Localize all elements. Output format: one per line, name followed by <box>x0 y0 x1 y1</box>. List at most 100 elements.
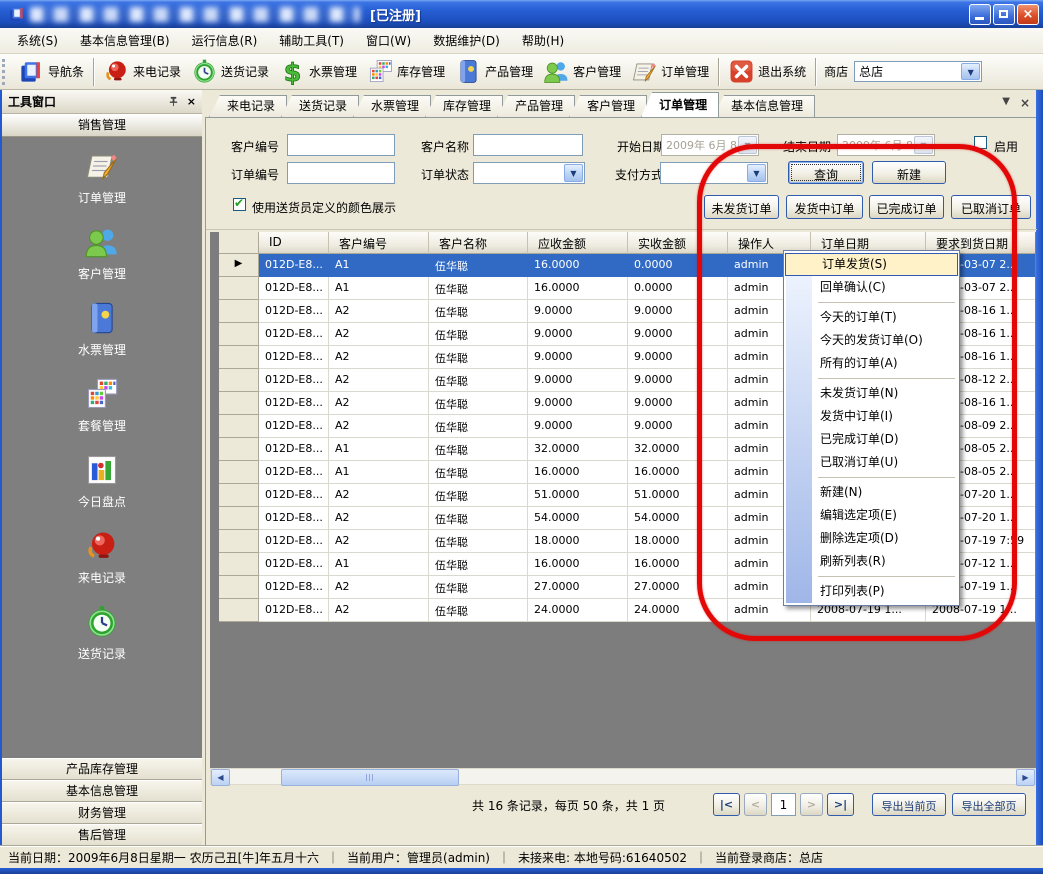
menubar-item-1[interactable]: 系统(S) <box>6 28 69 53</box>
column-header-客户名称[interactable]: 客户名称 <box>429 232 528 254</box>
chevron-down-icon[interactable]: ▼ <box>1002 96 1010 110</box>
prev-page-button[interactable]: < <box>744 793 767 816</box>
end-date-picker[interactable]: 2009年 6月 8日 ▼ <box>837 134 935 156</box>
tab-客户管理[interactable]: 客户管理 <box>569 95 647 117</box>
context-menu-item-今天的订单(T)[interactable]: 今天的订单(T) <box>784 306 959 329</box>
sidebar-group-产品库存管理[interactable]: 产品库存管理 <box>2 758 202 780</box>
toolbar-button-customers[interactable]: 客户管理 <box>538 57 626 87</box>
context-menu-item-发货中订单(I)[interactable]: 发货中订单(I) <box>784 405 959 428</box>
sidebar-item-客户管理[interactable]: 客户管理 <box>2 224 202 286</box>
toolbar-button-order-scroll[interactable]: 订单管理 <box>626 57 714 87</box>
context-menu-item-打印列表(P)[interactable]: 打印列表(P) <box>784 580 959 603</box>
page-number-input[interactable]: 1 <box>771 793 796 816</box>
column-header-实收金额[interactable]: 实收金额 <box>628 232 728 254</box>
new-button[interactable]: 新建 <box>872 161 946 184</box>
order-no-input[interactable] <box>287 162 395 184</box>
sidebar-section-sales[interactable]: 销售管理 <box>2 114 202 137</box>
column-header-客户编号[interactable]: 客户编号 <box>329 232 429 254</box>
status-filter-button-已完成订单[interactable]: 已完成订单 <box>869 195 944 219</box>
toolbar-button-inventory-grid[interactable]: 库存管理 <box>362 57 450 87</box>
context-menu-item-今天的发货订单(O)[interactable]: 今天的发货订单(O) <box>784 329 959 352</box>
combo-arrow-icon[interactable]: ▼ <box>914 136 933 154</box>
sidebar-group-财务管理[interactable]: 财务管理 <box>2 802 202 824</box>
cell-customer_no: A2 <box>329 530 429 553</box>
menubar-item-3[interactable]: 运行信息(R) <box>181 28 269 53</box>
tab-基本信息管理[interactable]: 基本信息管理 <box>713 95 815 117</box>
menubar-item-5[interactable]: 窗口(W) <box>355 28 422 53</box>
maximize-button[interactable] <box>993 4 1015 25</box>
sidebar-group-基本信息管理[interactable]: 基本信息管理 <box>2 780 202 802</box>
query-button[interactable]: 查询 <box>788 161 864 184</box>
menubar-item-4[interactable]: 辅助工具(T) <box>268 28 355 53</box>
tab-送货记录[interactable]: 送货记录 <box>281 95 359 117</box>
tab-close-icon[interactable]: × <box>1020 96 1030 110</box>
context-menu-item-订单发货(S)[interactable]: 订单发货(S) <box>785 253 958 276</box>
tab-订单管理[interactable]: 订单管理 <box>641 92 719 117</box>
tab-水票管理[interactable]: 水票管理 <box>353 95 431 117</box>
toolbar-button-bell[interactable]: 来电记录 <box>98 57 186 87</box>
shop-combo[interactable]: 总店▼ <box>854 61 982 82</box>
toolbar-button-product-book[interactable]: 产品管理 <box>450 57 538 87</box>
status-segment-1: 当前日期：2009年6月8日星期一 农历己丑[牛]年五月十六 <box>8 849 319 866</box>
cell-id: 012D-E8... <box>259 507 329 530</box>
context-menu-item-编辑选定项(E)[interactable]: 编辑选定项(E) <box>784 504 959 527</box>
start-date-picker[interactable]: 2009年 6月 8日 ▼ <box>661 134 759 156</box>
pay-method-combo[interactable]: ▼ <box>660 162 768 184</box>
column-header-应收金额[interactable]: 应收金额 <box>528 232 628 254</box>
context-menu-item-新建(N)[interactable]: 新建(N) <box>784 481 959 504</box>
sidebar-item-送货记录[interactable]: 送货记录 <box>2 604 202 666</box>
context-menu-item-已完成订单(D)[interactable]: 已完成订单(D) <box>784 428 959 451</box>
sidebar-item-今日盘点[interactable]: 今日盘点 <box>2 452 202 514</box>
toolbar-button-nav-book[interactable]: 导航条 <box>13 57 89 87</box>
combo-arrow-icon[interactable]: ▼ <box>961 63 980 80</box>
scrollbar-thumb[interactable] <box>281 769 459 786</box>
customer-name-input[interactable] <box>473 134 583 156</box>
tab-来电记录[interactable]: 来电记录 <box>209 95 287 117</box>
combo-arrow-icon[interactable]: ▼ <box>747 164 766 182</box>
minimize-button[interactable] <box>969 4 991 25</box>
menubar-item-7[interactable]: 帮助(H) <box>511 28 575 53</box>
sidebar-item-套餐管理[interactable]: 套餐管理 <box>2 376 202 438</box>
context-menu-item-所有的订单(A)[interactable]: 所有的订单(A) <box>784 352 959 375</box>
last-page-button[interactable]: >| <box>827 793 854 816</box>
close-icon[interactable]: × <box>187 95 196 108</box>
pin-icon[interactable] <box>168 96 179 107</box>
enable-checkbox[interactable] <box>974 136 987 149</box>
status-filter-button-未发货订单[interactable]: 未发货订单 <box>704 195 779 219</box>
combo-arrow-icon[interactable]: ▼ <box>738 136 757 154</box>
tab-产品管理[interactable]: 产品管理 <box>497 95 575 117</box>
export-current-page-button[interactable]: 导出当前页 <box>872 793 946 816</box>
status-filter-button-已取消订单[interactable]: 已取消订单 <box>951 195 1031 219</box>
sidebar-item-水票管理[interactable]: 水票管理 <box>2 300 202 362</box>
delivery-color-checkbox[interactable] <box>233 198 246 211</box>
scroll-right-icon[interactable]: ▶ <box>1016 769 1035 786</box>
next-page-button[interactable]: > <box>800 793 823 816</box>
export-all-pages-button[interactable]: 导出全部页 <box>952 793 1026 816</box>
menubar-item-2[interactable]: 基本信息管理(B) <box>69 28 181 53</box>
toolbar-grip[interactable] <box>2 59 11 85</box>
context-menu-item-未发货订单(N)[interactable]: 未发货订单(N) <box>784 382 959 405</box>
column-header-ID[interactable]: ID <box>259 232 329 254</box>
tab-库存管理[interactable]: 库存管理 <box>425 95 503 117</box>
scroll-left-icon[interactable]: ◀ <box>211 769 230 786</box>
context-menu-item-已取消订单(U)[interactable]: 已取消订单(U) <box>784 451 959 474</box>
context-menu-item-刷新列表(R)[interactable]: 刷新列表(R) <box>784 550 959 573</box>
sidebar-group-售后管理[interactable]: 售后管理 <box>2 824 202 846</box>
first-page-button[interactable]: |< <box>713 793 740 816</box>
combo-arrow-icon[interactable]: ▼ <box>564 164 583 182</box>
customer-no-input[interactable] <box>287 134 395 156</box>
context-menu-item-回单确认(C)[interactable]: 回单确认(C) <box>784 276 959 299</box>
toolbar-button-dollar[interactable]: $水票管理 <box>274 57 362 87</box>
toolbar-button-clock[interactable]: 送货记录 <box>186 57 274 87</box>
status-filter-button-发货中订单[interactable]: 发货中订单 <box>786 195 863 219</box>
sidebar-item-订单管理[interactable]: 订单管理 <box>2 148 202 210</box>
toolbar-button-exit[interactable]: 退出系统 <box>723 57 811 87</box>
cell-customer_no: A2 <box>329 415 429 438</box>
sidebar-item-来电记录[interactable]: 来电记录 <box>2 528 202 590</box>
order-status-combo[interactable]: ▼ <box>473 162 585 184</box>
close-button[interactable]: × <box>1017 4 1039 25</box>
context-menu-item-删除选定项(D)[interactable]: 删除选定项(D) <box>784 527 959 550</box>
menubar-item-6[interactable]: 数据维护(D) <box>422 28 511 53</box>
horizontal-scrollbar[interactable]: ◀ ▶ <box>210 768 1036 785</box>
context-menu-separator <box>784 299 959 306</box>
